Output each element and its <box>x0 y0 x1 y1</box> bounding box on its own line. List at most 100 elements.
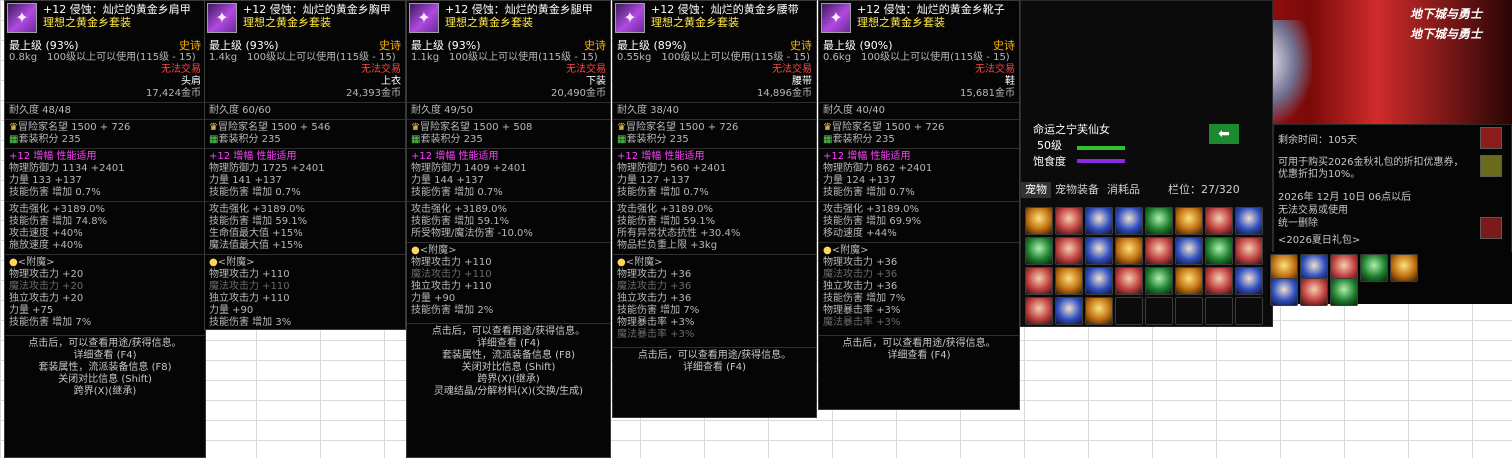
item-defense: 物理防御力 862 +2401 <box>823 163 933 174</box>
pet-slot[interactable] <box>1115 237 1143 265</box>
enchant-title: <附魔> <box>831 245 869 256</box>
item-defense: 物理防御力 1134 +2401 <box>9 163 125 174</box>
gift-name: <2026夏日礼包> <box>1278 235 1361 246</box>
item-durability: 耐久度 40/40 <box>823 105 885 116</box>
footer-hint: 跨界(X)(继承) <box>477 374 540 385</box>
tab-pet[interactable]: 宠物 <box>1021 182 1051 198</box>
pet-slot[interactable] <box>1085 267 1113 295</box>
item-weight-level: 0.55kg 100级以上可以使用(115级 - 15) <box>617 52 811 63</box>
item-option: 技能伤害 增加 74.8% <box>9 216 108 227</box>
item-title: +12 侵蚀：灿烂的黄金乡胸甲 <box>243 3 391 16</box>
item-option: 攻击强化 +3189.0% <box>9 204 106 215</box>
item-slot[interactable] <box>1330 278 1358 306</box>
pet-slot[interactable] <box>1205 207 1233 235</box>
item-slot[interactable] <box>1300 278 1328 306</box>
pet-inventory-window: 命运之宁芙仙女 50级 饱食度 ⬅ 宠物 宠物装备 消耗品 栏位：27/320 <box>1020 0 1273 327</box>
item-set: 理想之黄金乡套装 <box>43 16 131 29</box>
pet-slot[interactable] <box>1025 237 1053 265</box>
item-trade: 无法交易 <box>566 64 606 75</box>
item-grade: 最上级 (89%) <box>617 39 687 52</box>
footer-hint: 详细查看 (F4) <box>682 362 747 373</box>
pet-name: 命运之宁芙仙女 <box>1033 123 1110 136</box>
item-slot-type: 腰带 <box>792 76 812 87</box>
equipment-tooltip: ✦ +12 侵蚀：灿烂的黄金乡靴子 理想之黄金乡套装 最上级 (90%) 史诗 0.6kg… <box>818 0 1020 410</box>
item-amplify: +12 增幅 性能适用 <box>617 151 705 162</box>
item-slot[interactable] <box>1390 254 1418 282</box>
item-set-points: 套装积分 235 <box>18 134 81 145</box>
item-option: 生命值最大值 +15% <box>209 228 303 239</box>
pet-slot[interactable] <box>1145 237 1173 265</box>
arrow-left-icon[interactable]: ⬅ <box>1209 124 1239 144</box>
armor-icon: ✦ <box>615 3 645 33</box>
enchant-option: 物理攻击力 +110 <box>411 257 492 268</box>
gift-date: 2026年 12月 10日 06点以后 <box>1278 192 1412 203</box>
pet-slot[interactable] <box>1085 207 1113 235</box>
item-slot[interactable] <box>1360 254 1388 282</box>
enchant-option: 魔法攻击力 +110 <box>411 269 492 280</box>
gift-icon[interactable] <box>1480 155 1502 177</box>
enchant-title: <附魔> <box>17 257 55 268</box>
item-slot[interactable] <box>1270 278 1298 306</box>
enchant-option: 物理攻击力 +110 <box>209 269 290 280</box>
tab-pet-equipment[interactable]: 宠物装备 <box>1051 182 1103 198</box>
item-option: 技能伤害 增加 59.1% <box>617 216 716 227</box>
item-option: 魔法值最大值 +15% <box>209 240 303 251</box>
enchant-option: 独立攻击力 +110 <box>209 293 290 304</box>
pet-slot[interactable] <box>1025 267 1053 295</box>
gift-icon[interactable] <box>1480 217 1502 239</box>
gift-delete: 统一删除 <box>1278 218 1318 229</box>
pet-slot[interactable] <box>1055 237 1083 265</box>
gift-icon[interactable] <box>1480 127 1502 149</box>
pet-slot-empty[interactable] <box>1175 297 1203 325</box>
pet-slot[interactable] <box>1055 267 1083 295</box>
pet-slot-empty[interactable] <box>1205 297 1233 325</box>
pet-slot[interactable] <box>1175 267 1203 295</box>
enchant-option: 力量 +90 <box>209 305 254 316</box>
pet-slot[interactable] <box>1145 267 1173 295</box>
item-grade: 最上级 (93%) <box>209 39 279 52</box>
item-rarity: 史诗 <box>179 39 201 52</box>
item-trade: 无法交易 <box>161 64 201 75</box>
pet-level: 50级 <box>1037 139 1062 152</box>
item-set-points: 套装积分 235 <box>420 134 483 145</box>
pet-slot[interactable] <box>1025 297 1053 325</box>
pet-slot[interactable] <box>1235 267 1263 295</box>
consumable-strip <box>1268 252 1512 306</box>
item-price: 17,424金币 <box>146 88 201 99</box>
pet-slot[interactable] <box>1085 237 1113 265</box>
item-weight-level: 0.6kg 100级以上可以使用(115级 - 15) <box>823 52 1010 63</box>
footer-hint: 灵魂结晶/分解材料(X)(交换/生成) <box>433 386 584 397</box>
pet-slot[interactable] <box>1145 207 1173 235</box>
item-price: 24,393金币 <box>346 88 401 99</box>
pet-hunger-bar <box>1077 159 1125 163</box>
pet-slot-grid <box>1025 207 1264 326</box>
tab-consumables[interactable]: 消耗品 <box>1103 182 1144 198</box>
pet-slot[interactable] <box>1205 267 1233 295</box>
item-option: 技能伤害 增加 59.1% <box>411 216 510 227</box>
pet-slot[interactable] <box>1175 237 1203 265</box>
pet-slot[interactable] <box>1235 237 1263 265</box>
pet-slot-empty[interactable] <box>1235 297 1263 325</box>
pet-slot[interactable] <box>1055 297 1083 325</box>
pet-slot[interactable] <box>1115 267 1143 295</box>
item-weight-level: 0.8kg 100级以上可以使用(115级 - 15) <box>9 52 196 63</box>
item-option: 所受物理/魔法伤害 -10.0% <box>411 228 533 239</box>
pet-slot[interactable] <box>1115 207 1143 235</box>
item-strength: 力量 144 +137 <box>411 175 484 186</box>
item-option: 攻击速度 +40% <box>9 228 83 239</box>
pet-slot-empty[interactable] <box>1115 297 1143 325</box>
item-price: 15,681金币 <box>960 88 1015 99</box>
footer-hint: 套装属性，流派装备信息 (F8) <box>441 350 576 361</box>
pet-slot[interactable] <box>1025 207 1053 235</box>
footer-hint: 点击后，可以查看用途/获得信息。 <box>28 338 182 349</box>
pet-slot[interactable] <box>1205 237 1233 265</box>
item-option: 攻击强化 +3189.0% <box>617 204 714 215</box>
pet-slot[interactable] <box>1055 207 1083 235</box>
pet-slot[interactable] <box>1175 207 1203 235</box>
item-amplify: +12 增幅 性能适用 <box>209 151 297 162</box>
pet-exp-bar <box>1077 146 1125 150</box>
pet-slot[interactable] <box>1235 207 1263 235</box>
pet-slot[interactable] <box>1085 297 1113 325</box>
item-durability: 耐久度 48/48 <box>9 105 71 116</box>
pet-slot-empty[interactable] <box>1145 297 1173 325</box>
